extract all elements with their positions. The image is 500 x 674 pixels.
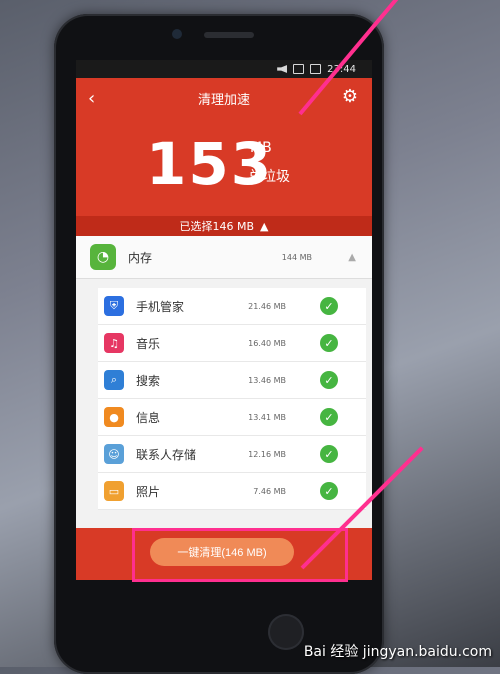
earpiece [204, 32, 254, 38]
watermark: Bai 经验 jingyan.baidu.com [303, 644, 492, 660]
check-icon[interactable]: ✓ [320, 297, 338, 315]
check-icon[interactable]: ✓ [320, 408, 338, 426]
item-size: 13.46 MB [248, 375, 286, 385]
item-label: 照片 [136, 484, 161, 499]
process-list: ⛨ 手机管家 21.46 MB ✓ ♫ 音乐 16.40 MB ✓ ⌕ 搜索 1… [98, 288, 366, 510]
chevron-up-icon[interactable]: ▲ [348, 252, 356, 263]
junk-summary: 153 MB 总垃圾 [76, 118, 372, 216]
contacts-icon: ☺ [104, 444, 124, 464]
memory-row[interactable]: ◔ 内存 144 MB ▲ [76, 236, 372, 279]
search-icon: ⌕ [104, 370, 124, 390]
item-label: 信息 [136, 410, 161, 425]
battery-icon [310, 64, 322, 74]
memory-icon: ◔ [90, 244, 116, 270]
cleanup-panel: ◔ 内存 144 MB ▲ ⛨ 手机管家 21.46 MB ✓ ♫ 音乐 16.… [76, 236, 372, 528]
item-label: 搜索 [136, 373, 161, 388]
volume-icon [277, 65, 288, 73]
item-size: 13.41 MB [248, 412, 286, 422]
memory-label: 内存 [128, 250, 153, 265]
check-icon[interactable]: ✓ [320, 445, 338, 463]
total-junk-label: 总垃圾 [248, 169, 290, 185]
item-label: 音乐 [136, 336, 161, 351]
sim-icon [293, 64, 305, 74]
item-size: 21.46 MB [248, 301, 286, 311]
home-button[interactable] [268, 614, 304, 650]
status-bar: 23:44 [76, 60, 372, 78]
chevron-up-icon: ▲ [260, 219, 269, 233]
list-item[interactable]: ♫ 音乐 16.40 MB ✓ [98, 325, 366, 362]
check-icon[interactable]: ✓ [320, 482, 338, 500]
check-icon[interactable]: ✓ [320, 371, 338, 389]
memory-size: 144 MB [281, 252, 312, 262]
message-icon: ● [104, 407, 124, 427]
list-item[interactable]: ☺ 联系人存储 12.16 MB ✓ [98, 436, 366, 473]
back-icon[interactable]: ‹ [88, 88, 95, 109]
list-item[interactable]: ● 信息 13.41 MB ✓ [98, 399, 366, 436]
item-size: 7.46 MB [253, 486, 286, 496]
list-item[interactable]: ⛨ 手机管家 21.46 MB ✓ [98, 288, 366, 325]
total-junk-unit: MB [250, 140, 272, 156]
selected-bar[interactable]: 已选择146 MB ▲ [76, 216, 372, 236]
item-label: 联系人存储 [136, 447, 197, 462]
list-item[interactable]: ⌕ 搜索 13.46 MB ✓ [98, 362, 366, 399]
photo-icon: ▭ [104, 481, 124, 501]
item-size: 16.40 MB [248, 338, 286, 348]
front-camera [172, 29, 182, 39]
gear-icon[interactable]: ⚙ [342, 86, 358, 107]
item-size: 12.16 MB [248, 449, 286, 459]
shield-icon: ⛨ [104, 296, 124, 316]
music-icon: ♫ [104, 333, 124, 353]
app-screen: 23:44 ‹ 清理加速 ⚙ 153 MB 总垃圾 已选择146 MB ▲ ◔ … [76, 60, 372, 580]
check-icon[interactable]: ✓ [320, 334, 338, 352]
page-title: 清理加速 [197, 92, 250, 108]
item-label: 手机管家 [136, 299, 185, 314]
selected-text: 已选择146 MB [179, 220, 255, 233]
list-item[interactable]: ▭ 照片 7.46 MB ✓ [98, 473, 366, 510]
